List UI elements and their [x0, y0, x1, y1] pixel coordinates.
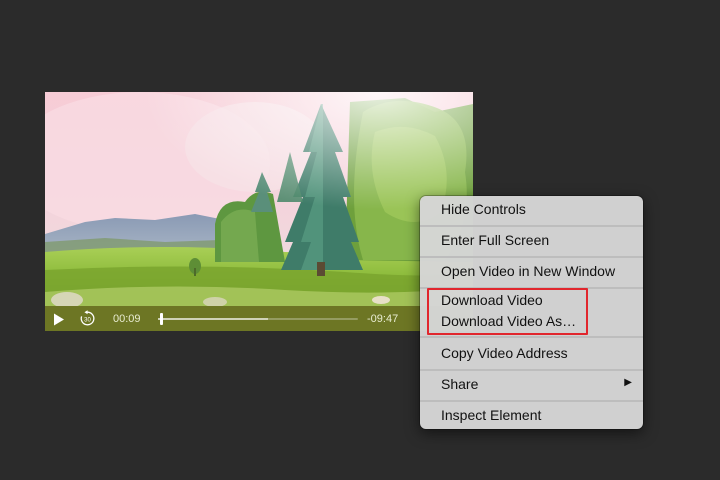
play-button[interactable] [51, 311, 67, 327]
submenu-arrow-icon: ▶ [624, 377, 632, 388]
menu-item-label: Enter Full Screen [441, 232, 550, 248]
video-controls-bar: 30 00:09 -09:47 [45, 306, 473, 331]
video-player[interactable]: 30 00:09 -09:47 [45, 92, 473, 331]
menu-item-open-video-new-window[interactable]: Open Video in New Window [420, 258, 643, 284]
skip-back-30-icon: 30 [80, 310, 95, 326]
menu-item-inspect-element[interactable]: Inspect Element [420, 402, 643, 428]
menu-item-copy-video-address[interactable]: Copy Video Address [420, 340, 643, 366]
menu-item-label: Open Video in New Window [441, 263, 616, 279]
download-options-highlight [427, 288, 588, 335]
menu-item-label: Copy Video Address [441, 345, 568, 361]
play-icon [54, 313, 64, 325]
menu-item-hide-controls[interactable]: Hide Controls [420, 196, 643, 222]
menu-item-label: Inspect Element [441, 407, 542, 423]
menu-item-share[interactable]: Share ▶ [420, 371, 643, 397]
scrub-bar[interactable] [158, 313, 358, 325]
remaining-time: -09:47 [367, 313, 399, 325]
skip-back-30-button[interactable]: 30 [79, 310, 96, 327]
menu-item-label: Hide Controls [441, 201, 526, 217]
skip-amount-label: 30 [84, 317, 91, 323]
menu-item-label: Share [441, 376, 479, 392]
video-frame[interactable] [45, 92, 473, 306]
menu-item-enter-full-screen[interactable]: Enter Full Screen [420, 227, 643, 253]
scrub-handle[interactable] [160, 313, 163, 325]
elapsed-time: 00:09 [113, 313, 141, 325]
buffered-range [158, 318, 268, 320]
menu-separator [420, 336, 643, 338]
